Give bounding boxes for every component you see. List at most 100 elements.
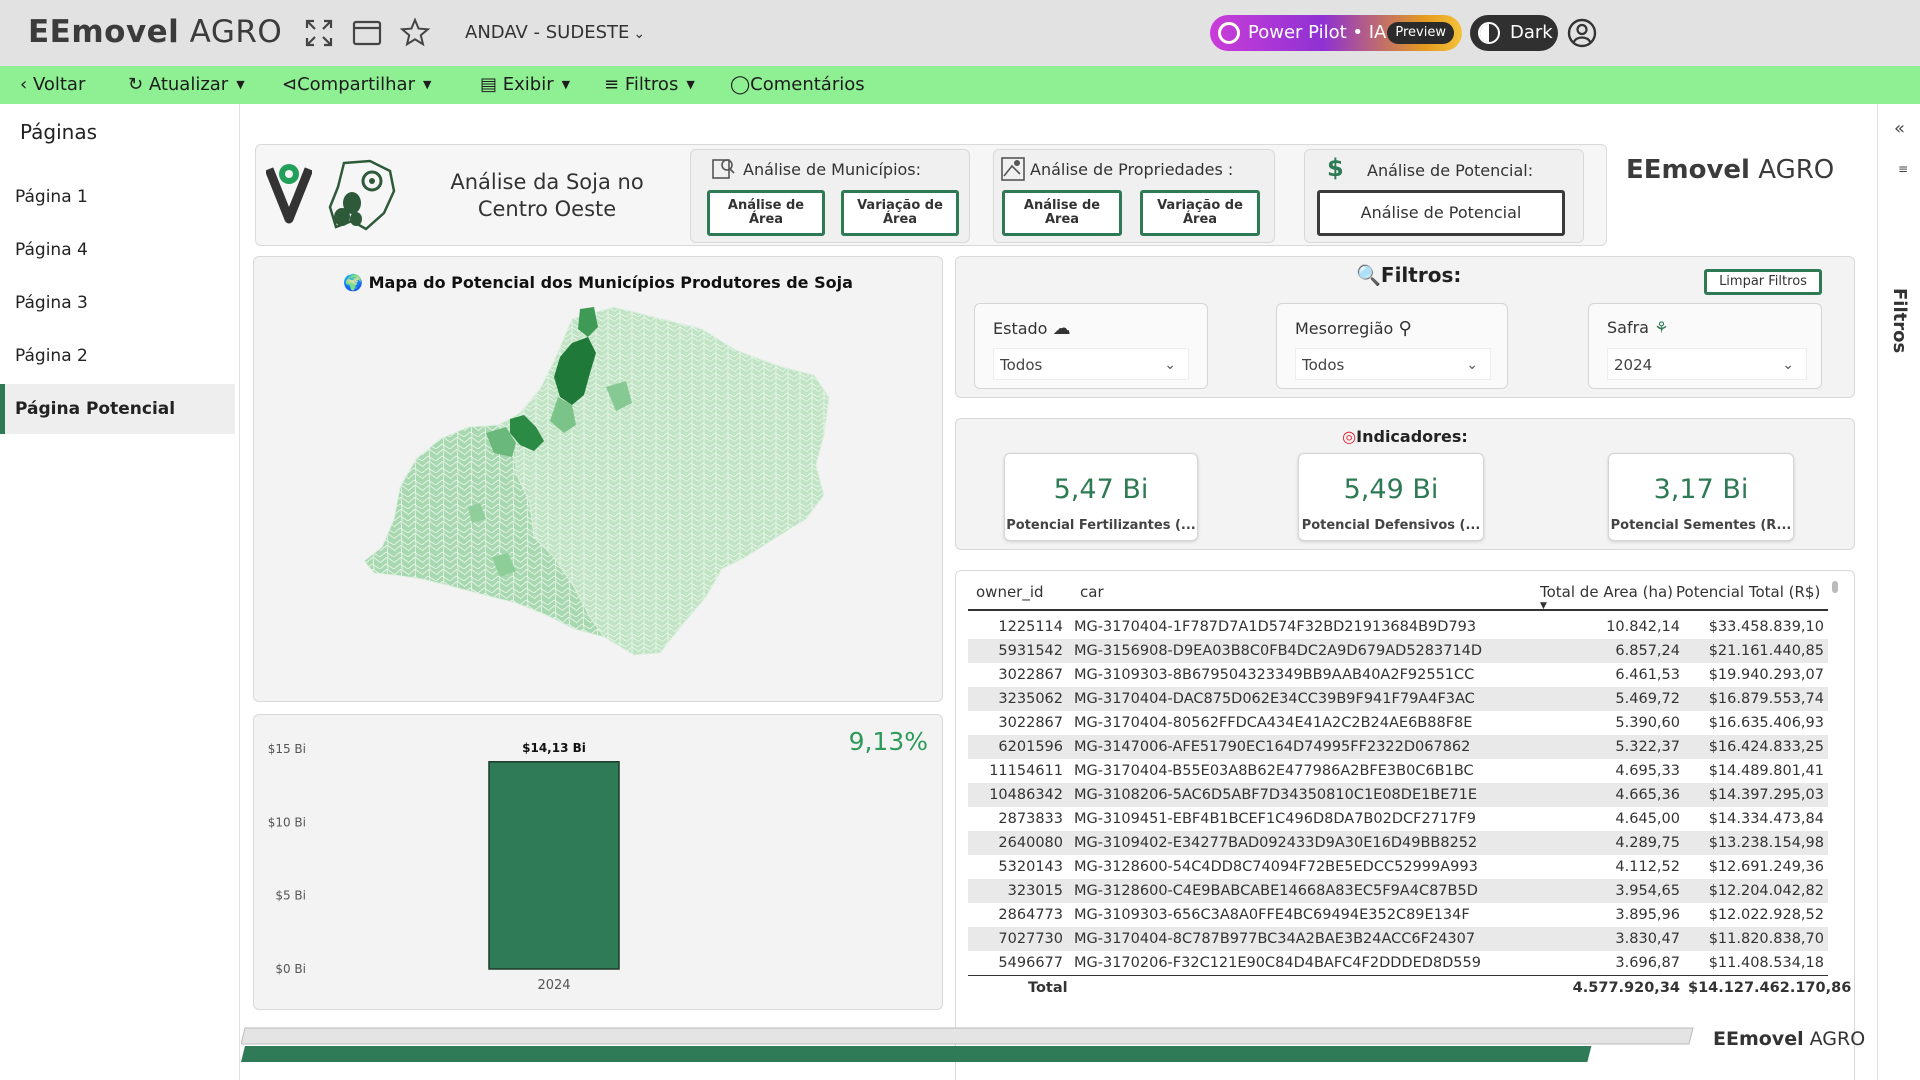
cell-potencial: $21.161.440,85 bbox=[1708, 643, 1824, 659]
app-logo[interactable]: EEmovel AGRO bbox=[28, 14, 282, 50]
propriedades-variacao-button[interactable]: Variação de Área bbox=[1140, 190, 1260, 236]
filters-heading-text: Filtros: bbox=[1380, 263, 1462, 287]
choropleth-map[interactable] bbox=[254, 257, 944, 703]
table-row[interactable]: 6201596 MG-3147006-AFE51790EC164D74995FF2… bbox=[968, 735, 1828, 759]
cell-potencial: $14.489.801,41 bbox=[1708, 763, 1824, 779]
favorite-star-icon[interactable] bbox=[398, 16, 432, 50]
header-banner: Análise da Soja no Centro Oeste Análise … bbox=[255, 144, 1834, 246]
cell-owner-id: 5931542 bbox=[998, 643, 1063, 659]
chevron-down-icon: ⌄ bbox=[1466, 357, 1478, 373]
sidebar-item-pagina-4[interactable]: Página 4 bbox=[0, 225, 235, 275]
estado-select[interactable]: Todos ⌄ bbox=[993, 348, 1189, 380]
sidebar-item-pagina-potencial[interactable]: Página Potencial bbox=[0, 384, 235, 434]
share-button[interactable]: ⊲Compartilhar ▼ bbox=[282, 74, 431, 95]
cell-car: MG-3170404-DAC875D062E34CC39B9F941F79A4F… bbox=[1074, 691, 1475, 707]
kpi-sementes[interactable]: 3,17 Bi Potencial Sementes (R... bbox=[1608, 453, 1794, 541]
bar-2024[interactable] bbox=[488, 761, 620, 970]
indicators-heading-text: Indicadores: bbox=[1356, 427, 1468, 446]
municipios-area-button[interactable]: Análise de Área bbox=[707, 190, 825, 236]
cell-area: 5.390,60 bbox=[1615, 715, 1680, 731]
kpi-defensivos[interactable]: 5,49 Bi Potencial Defensivos (... bbox=[1298, 453, 1484, 541]
safra-filter: Safra ⚘ 2024 ⌄ bbox=[1588, 303, 1822, 389]
comments-button[interactable]: ◯Comentários bbox=[730, 74, 865, 95]
cell-area: 4.289,75 bbox=[1615, 835, 1680, 851]
filters-label: Filtros bbox=[624, 74, 679, 95]
potencial-title: Análise de Potencial: bbox=[1367, 161, 1534, 180]
column-header-area[interactable]: Total de Area (ha) bbox=[1540, 583, 1673, 601]
estado-filter: Estado ☁ Todos ⌄ bbox=[974, 303, 1208, 389]
view-button[interactable]: ▤ Exibir ▼ bbox=[480, 74, 570, 95]
estado-value: Todos bbox=[1000, 356, 1043, 374]
sidebar-item-pagina-3[interactable]: Página 3 bbox=[0, 278, 235, 328]
map-card: 🌍 Mapa do Potencial dos Municípios Produ… bbox=[253, 256, 943, 702]
dark-mode-toggle[interactable]: Dark bbox=[1470, 15, 1558, 51]
cell-owner-id: 6201596 bbox=[998, 739, 1063, 755]
kpi-defensivos-value: 5,49 Bi bbox=[1343, 474, 1439, 505]
table-row[interactable]: 2864773 MG-3109303-656C3A8A0FFE4BC69494E3… bbox=[968, 903, 1828, 927]
table-scrollbar[interactable] bbox=[1832, 581, 1838, 593]
table-row[interactable]: 5496677 MG-3170206-F32C121E90C84D4BAFC4F2… bbox=[968, 951, 1828, 975]
filters-button[interactable]: ≡ Filtros ▼ bbox=[604, 74, 695, 95]
municipios-variacao-button[interactable]: Variação de Área bbox=[841, 190, 959, 236]
fullscreen-icon[interactable] bbox=[302, 16, 336, 50]
workspace-selector[interactable]: ANDAV - SUDESTE ⌄ bbox=[465, 22, 645, 43]
table-row[interactable]: 2873833 MG-3109451-EBF4B1BCEF1C496D8DA7B0… bbox=[968, 807, 1828, 831]
chevron-down-icon: ⌄ bbox=[1782, 357, 1794, 373]
cell-area: 5.469,72 bbox=[1615, 691, 1680, 707]
table-row[interactable]: 323015 MG-3128600-C4E9BABCABE14668A83EC5F… bbox=[968, 879, 1828, 903]
cell-owner-id: 10486342 bbox=[989, 787, 1063, 803]
table-row[interactable]: 1225114 MG-3170404-1F787D7A1D574F32BD2191… bbox=[968, 615, 1828, 639]
cell-area: 3.830,47 bbox=[1615, 931, 1680, 947]
window-icon[interactable] bbox=[350, 16, 384, 50]
cell-area: 4.665,36 bbox=[1615, 787, 1680, 803]
cell-car: MG-3109451-EBF4B1BCEF1C496D8DA7B02DCF271… bbox=[1074, 811, 1476, 827]
header-brand-light: AGRO bbox=[1758, 155, 1835, 185]
cell-potencial: $13.238.154,98 bbox=[1708, 835, 1824, 851]
municipios-title: Análise de Municípios: bbox=[743, 160, 922, 179]
mesorregiao-filter: Mesorregião ⚲ Todos ⌄ bbox=[1276, 303, 1508, 389]
power-pilot-icon bbox=[1218, 22, 1240, 44]
filters-pane-collapsed[interactable]: « ≡ Filtros bbox=[1877, 104, 1920, 1080]
header-brand-logo: EEmovel AGRO bbox=[1626, 155, 1834, 185]
expand-left-icon[interactable]: « bbox=[1894, 118, 1905, 139]
refresh-button[interactable]: ↻ Atualizar ▼ bbox=[128, 74, 245, 95]
column-header-potencial[interactable]: Potencial Total (R$) bbox=[1676, 583, 1820, 601]
potencial-group: $ Análise de Potencial: Análise de Poten… bbox=[1304, 149, 1584, 243]
table-row[interactable]: 3022867 MG-3170404-80562FFDCA434E41A2C2B2… bbox=[968, 711, 1828, 735]
back-button[interactable]: ‹ Voltar bbox=[20, 74, 85, 95]
indicators-card: ◎Indicadores: 5,47 Bi Potencial Fertiliz… bbox=[955, 418, 1855, 550]
propriedades-area-button[interactable]: Análise de Area bbox=[1002, 190, 1122, 236]
municipios-group: Análise de Municípios: Análise de Área V… bbox=[690, 149, 970, 243]
sidebar-item-pagina-2[interactable]: Página 2 bbox=[0, 331, 235, 381]
table-row[interactable]: 5320143 MG-3128600-54C4DD8C74094F72BE5EDC… bbox=[968, 855, 1828, 879]
cell-owner-id: 5496677 bbox=[998, 955, 1063, 971]
table-row[interactable]: 11154611 MG-3170404-B55E03A8B62E477986A2B… bbox=[968, 759, 1828, 783]
cell-owner-id: 323015 bbox=[1007, 883, 1063, 899]
mesorregiao-label: Mesorregião ⚲ bbox=[1295, 318, 1412, 339]
growth-percent: 9,13% bbox=[848, 727, 928, 756]
clear-filters-button[interactable]: Limpar Filtros bbox=[1704, 269, 1822, 295]
sidebar-item-pagina-1[interactable]: Página 1 bbox=[0, 172, 235, 222]
potencial-analise-button[interactable]: Análise de Potencial bbox=[1317, 190, 1565, 236]
cell-car: MG-3108206-5AC6D5ABF7D34350810C1E08DE1BE… bbox=[1074, 787, 1478, 803]
mesorregiao-select[interactable]: Todos ⌄ bbox=[1295, 348, 1491, 380]
column-header-owner-id[interactable]: owner_id bbox=[976, 583, 1044, 601]
cell-potencial: $11.408.534,18 bbox=[1708, 955, 1824, 971]
table-row[interactable]: 2640080 MG-3109402-E34277BAD092433D9A30E1… bbox=[968, 831, 1828, 855]
kpi-fertilizantes[interactable]: 5,47 Bi Potencial Fertilizantes (... bbox=[1004, 453, 1198, 541]
caret-down-icon: ▼ bbox=[236, 78, 245, 91]
caret-down-icon: ▼ bbox=[422, 78, 432, 91]
table-row[interactable]: 10486342 MG-3108206-5AC6D5ABF7D34350810C1… bbox=[968, 783, 1828, 807]
power-pilot-button[interactable]: Power Pilot • IA Preview bbox=[1210, 15, 1462, 51]
table-row[interactable]: 7027730 MG-3170404-8C787B977BC34A2BAE3B24… bbox=[968, 927, 1828, 951]
table-row[interactable]: 3235062 MG-3170404-DAC875D062E34CC39B9F94… bbox=[968, 687, 1828, 711]
company-logo-icon bbox=[266, 164, 312, 224]
table-row[interactable]: 3022867 MG-3109303-8B679504323349BB9AAB40… bbox=[968, 663, 1828, 687]
total-area: 4.577.920,34 bbox=[1572, 980, 1680, 996]
cell-owner-id: 2640080 bbox=[998, 835, 1063, 851]
map-pin-icon: ⚲ bbox=[1398, 318, 1412, 339]
table-row[interactable]: 5931542 MG-3156908-D9EA03B8C0FB4DC2A9D679… bbox=[968, 639, 1828, 663]
column-header-car[interactable]: car bbox=[1080, 583, 1104, 601]
safra-select[interactable]: 2024 ⌄ bbox=[1607, 348, 1807, 380]
user-avatar-icon[interactable] bbox=[1567, 18, 1597, 48]
